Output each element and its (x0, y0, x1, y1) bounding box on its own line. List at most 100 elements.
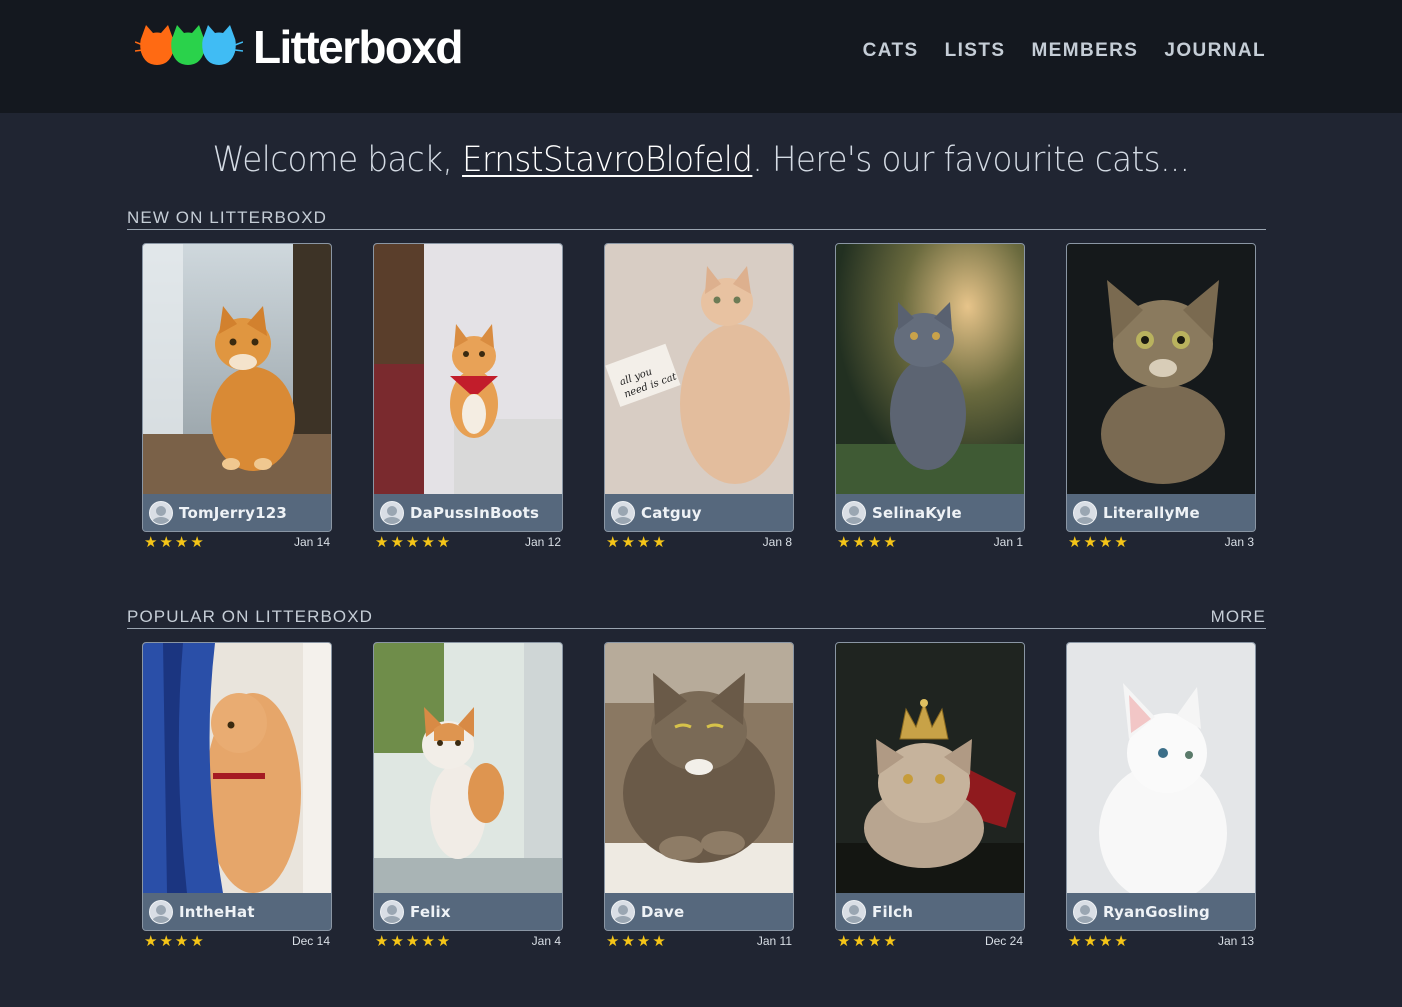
user-bar[interactable]: RyanGosling (1067, 893, 1255, 930)
card-frame[interactable]: LiterallyMe (1066, 243, 1256, 532)
cat-poster-image[interactable] (605, 643, 793, 893)
welcome-prefix: Welcome back, (212, 140, 463, 180)
card-frame[interactable]: RyanGosling (1066, 642, 1256, 931)
three-cats-logo-icon (135, 25, 243, 65)
username[interactable]: LiterallyMe (1103, 504, 1200, 522)
username[interactable]: Catguy (641, 504, 702, 522)
star-rating: ★★★★ (837, 532, 899, 551)
nav-members[interactable]: MEMBERS (1031, 40, 1138, 62)
cat-card[interactable]: DaPussInBoots ★★★★★ Jan 12 (373, 243, 563, 552)
card-frame[interactable]: Felix (373, 642, 563, 931)
section-header: POPULAR ON LITTERBOXD MORE (127, 605, 1266, 629)
date: Jan 3 (1224, 535, 1254, 549)
card-frame[interactable]: TomJerry123 (142, 243, 332, 532)
username[interactable]: DaPussInBoots (410, 504, 539, 522)
card-meta: ★★★★ Jan 8 (604, 532, 794, 552)
card-frame[interactable]: Filch (835, 642, 1025, 931)
nav-lists[interactable]: LISTS (945, 40, 1006, 62)
cat-poster-image[interactable] (374, 244, 562, 494)
card-frame[interactable]: IntheHat (142, 642, 332, 931)
avatar (611, 500, 635, 525)
cat-poster-image[interactable] (836, 244, 1024, 494)
card-meta: ★★★★★ Jan 4 (373, 931, 563, 951)
username[interactable]: RyanGosling (1103, 903, 1210, 921)
user-bar[interactable]: Filch (836, 893, 1024, 930)
card-frame[interactable]: SelinaKyle (835, 243, 1025, 532)
cat-card[interactable]: all you need is cat Catguy ★★★★ Jan 8 (604, 243, 794, 552)
avatar (1073, 899, 1097, 924)
username[interactable]: Filch (872, 903, 913, 921)
card-meta: ★★★★ Dec 24 (835, 931, 1025, 951)
welcome-suffix: . Here's our favourite cats... (752, 140, 1190, 180)
avatar (842, 500, 866, 525)
user-bar[interactable]: LiterallyMe (1067, 494, 1255, 531)
brand-home-link[interactable]: Litterboxd (135, 22, 463, 72)
more-link[interactable]: MORE (1211, 608, 1266, 628)
card-meta: ★★★★ Dec 14 (142, 931, 332, 951)
card-frame[interactable]: Dave (604, 642, 794, 931)
card-meta: ★★★★ Jan 3 (1066, 532, 1256, 552)
new-section: NEW ON LITTERBOXD TomJerry123 ★★★★ Jan 1… (127, 206, 1266, 552)
username[interactable]: Dave (641, 903, 684, 921)
date: Jan 4 (531, 934, 561, 948)
username[interactable]: IntheHat (179, 903, 255, 921)
cat-card[interactable]: LiterallyMe ★★★★ Jan 3 (1066, 243, 1256, 552)
card-frame[interactable]: DaPussInBoots (373, 243, 563, 532)
star-rating: ★★★★★ (375, 532, 453, 551)
card-frame[interactable]: all you need is cat Catguy (604, 243, 794, 532)
section-title: POPULAR ON LITTERBOXD (127, 607, 374, 626)
cat-card[interactable]: TomJerry123 ★★★★ Jan 14 (142, 243, 332, 552)
date: Jan 12 (524, 535, 561, 549)
user-bar[interactable]: Felix (374, 893, 562, 930)
user-bar[interactable]: DaPussInBoots (374, 494, 562, 531)
username[interactable]: TomJerry123 (179, 504, 287, 522)
cat-poster-image[interactable] (836, 643, 1024, 893)
cat-poster-image[interactable]: all you need is cat (605, 244, 793, 494)
profile-username-link[interactable]: ErnstStavroBlofeld (462, 140, 753, 180)
cat-card[interactable]: RyanGosling ★★★★ Jan 13 (1066, 642, 1256, 951)
cat-card[interactable]: Filch ★★★★ Dec 24 (835, 642, 1025, 951)
star-rating: ★★★★ (1068, 931, 1130, 950)
main-nav: CATS LISTS MEMBERS JOURNAL (863, 40, 1266, 62)
cat-card[interactable]: Felix ★★★★★ Jan 4 (373, 642, 563, 951)
username[interactable]: SelinaKyle (872, 504, 962, 522)
card-row: IntheHat ★★★★ Dec 14 Felix ★★★★★ Jan 4 D… (142, 642, 1266, 951)
username[interactable]: Felix (410, 903, 451, 921)
user-bar[interactable]: TomJerry123 (143, 494, 331, 531)
date: Jan 8 (762, 535, 792, 549)
section-title: NEW ON LITTERBOXD (127, 208, 328, 227)
avatar (1073, 500, 1097, 525)
cat-poster-image[interactable] (143, 643, 331, 893)
popular-section: POPULAR ON LITTERBOXD MORE IntheHat ★★★★… (127, 605, 1266, 951)
cat-card[interactable]: SelinaKyle ★★★★ Jan 1 (835, 243, 1025, 552)
star-rating: ★★★★ (144, 931, 206, 950)
date: Dec 14 (291, 934, 330, 948)
star-rating: ★★★★ (144, 532, 206, 551)
card-meta: ★★★★ Jan 14 (142, 532, 332, 552)
cat-poster-image[interactable] (374, 643, 562, 893)
cat-poster-image[interactable] (143, 244, 331, 494)
cat-card[interactable]: Dave ★★★★ Jan 11 (604, 642, 794, 951)
star-rating: ★★★★ (1068, 532, 1130, 551)
date: Jan 14 (293, 535, 330, 549)
nav-cats[interactable]: CATS (863, 40, 919, 62)
star-rating: ★★★★ (837, 931, 899, 950)
card-meta: ★★★★ Jan 13 (1066, 931, 1256, 951)
cat-poster-image[interactable] (1067, 643, 1255, 893)
avatar (149, 899, 173, 924)
date: Dec 24 (984, 934, 1023, 948)
card-meta: ★★★★ Jan 1 (835, 532, 1025, 552)
cat-card[interactable]: IntheHat ★★★★ Dec 14 (142, 642, 332, 951)
card-meta: ★★★★★ Jan 12 (373, 532, 563, 552)
date: Jan 11 (756, 934, 792, 948)
avatar (149, 500, 173, 525)
cat-poster-image[interactable] (1067, 244, 1255, 494)
user-bar[interactable]: SelinaKyle (836, 494, 1024, 531)
user-bar[interactable]: Catguy (605, 494, 793, 531)
star-rating: ★★★★ (606, 931, 668, 950)
nav-journal[interactable]: JOURNAL (1164, 40, 1266, 62)
user-bar[interactable]: Dave (605, 893, 793, 930)
star-rating: ★★★★★ (375, 931, 453, 950)
avatar (380, 500, 404, 525)
user-bar[interactable]: IntheHat (143, 893, 331, 930)
